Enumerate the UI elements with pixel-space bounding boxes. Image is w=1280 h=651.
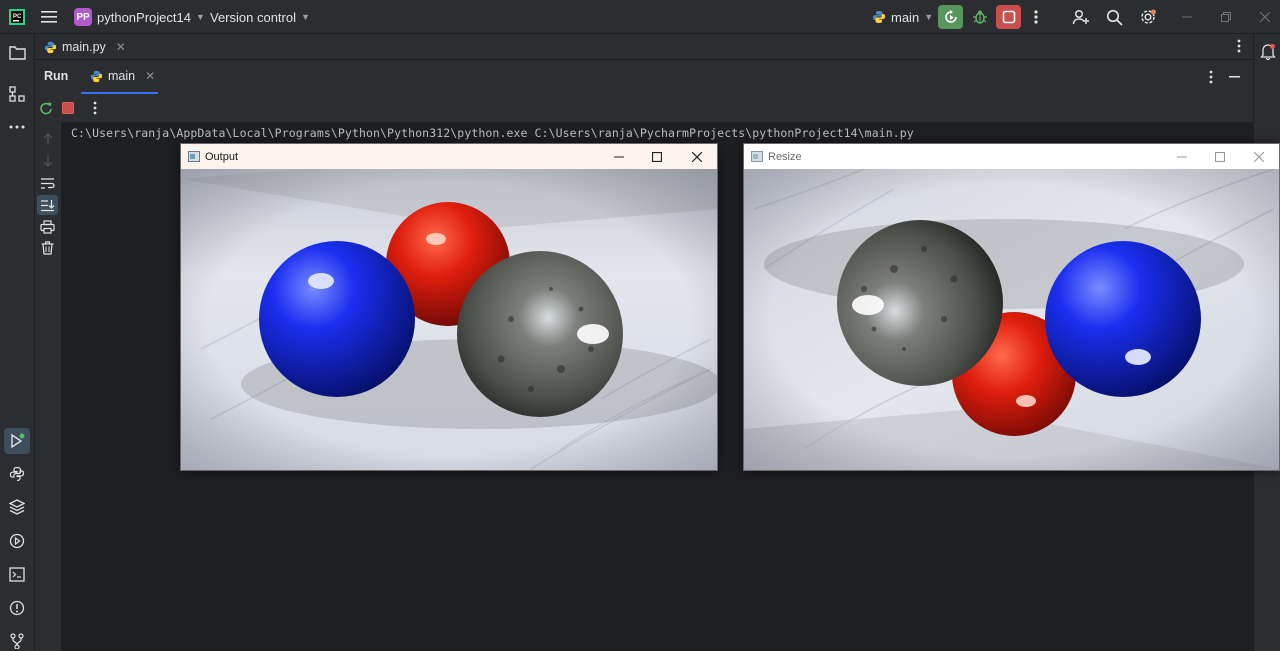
terminal-icon[interactable] bbox=[7, 564, 27, 584]
project-selector[interactable]: PP pythonProject14 ▼ bbox=[74, 0, 205, 34]
window-app-icon bbox=[188, 151, 200, 162]
run-tool-icon[interactable] bbox=[4, 428, 30, 454]
pycharm-logo-icon[interactable]: PC bbox=[9, 0, 25, 34]
resize-window-title: Resize bbox=[768, 150, 802, 163]
debug-button[interactable] bbox=[967, 5, 992, 29]
resize-window[interactable]: Resize bbox=[743, 143, 1280, 471]
chevron-down-icon: ▼ bbox=[195, 12, 205, 22]
tab-options-icon[interactable] bbox=[1237, 39, 1241, 53]
python-icon bbox=[90, 70, 103, 82]
scroll-down-icon[interactable] bbox=[42, 155, 54, 167]
notifications-bell-icon[interactable] bbox=[1260, 43, 1276, 60]
minimize-icon[interactable] bbox=[1182, 0, 1192, 34]
restore-icon[interactable] bbox=[1221, 0, 1231, 34]
python-packages-icon[interactable] bbox=[7, 497, 27, 517]
stop-icon bbox=[1002, 10, 1015, 24]
vcs-label: Version control bbox=[210, 9, 296, 25]
maximize-icon[interactable] bbox=[1200, 144, 1240, 169]
project-folder-icon[interactable] bbox=[7, 42, 27, 62]
svg-text:PC: PC bbox=[13, 14, 22, 20]
structure-icon[interactable] bbox=[7, 84, 27, 104]
trash-icon[interactable] bbox=[41, 241, 54, 255]
soft-wrap-icon[interactable] bbox=[40, 177, 55, 190]
close-icon[interactable] bbox=[1239, 144, 1279, 169]
more-actions-icon[interactable] bbox=[1030, 0, 1042, 34]
close-icon[interactable] bbox=[677, 144, 717, 169]
bug-icon bbox=[972, 10, 987, 24]
scroll-up-icon[interactable] bbox=[42, 133, 54, 145]
maximize-icon[interactable] bbox=[637, 144, 677, 169]
scroll-to-end-icon[interactable] bbox=[37, 195, 58, 215]
more-tools-icon[interactable] bbox=[7, 117, 27, 137]
chevron-down-icon: ▼ bbox=[924, 12, 934, 22]
left-tool-strip bbox=[0, 34, 35, 651]
rerun-button[interactable] bbox=[938, 5, 963, 29]
editor-tab-label: main.py bbox=[62, 40, 106, 54]
resize-image bbox=[744, 169, 1279, 470]
console-line: C:\Users\ranja\AppData\Local\Programs\Py… bbox=[71, 126, 914, 140]
editor-tab-row: main.py ✕ bbox=[35, 34, 1253, 60]
output-window-title: Output bbox=[205, 150, 239, 163]
stop-button[interactable] bbox=[996, 5, 1021, 29]
close-tab-icon[interactable]: ✕ bbox=[145, 69, 155, 83]
search-icon[interactable] bbox=[1106, 0, 1123, 34]
rerun-icon[interactable] bbox=[39, 101, 53, 115]
run-tab-label: main bbox=[108, 69, 136, 83]
rerun-icon bbox=[944, 10, 957, 23]
output-window-titlebar[interactable]: Output bbox=[181, 144, 717, 169]
run-options-icon[interactable] bbox=[1209, 70, 1213, 84]
close-icon[interactable] bbox=[1260, 0, 1270, 34]
git-branch-icon[interactable] bbox=[7, 631, 27, 651]
add-user-icon[interactable] bbox=[1072, 0, 1090, 34]
resize-window-titlebar[interactable]: Resize bbox=[744, 144, 1279, 169]
run-tab-main[interactable]: main ✕ bbox=[81, 60, 158, 94]
minimize-icon[interactable] bbox=[1162, 144, 1202, 169]
editor-tab-main-py[interactable]: main.py ✕ bbox=[44, 34, 126, 60]
run-side-toolbar bbox=[35, 122, 61, 651]
close-tab-icon[interactable]: ✕ bbox=[116, 40, 126, 54]
project-badge: PP bbox=[74, 8, 92, 26]
run-title: Run bbox=[44, 69, 69, 83]
stop-icon[interactable] bbox=[62, 102, 74, 114]
more-actions-icon[interactable] bbox=[93, 101, 97, 115]
run-tool-window-header: Run main ✕ bbox=[35, 60, 1253, 94]
project-name: pythonProject14 bbox=[97, 9, 191, 25]
settings-gear-icon[interactable] bbox=[1139, 0, 1157, 34]
print-icon[interactable] bbox=[40, 220, 55, 234]
python-icon bbox=[873, 11, 885, 23]
output-window[interactable]: Output bbox=[180, 143, 718, 471]
title-bar: PC PP pythonProject14 ▼ Version control … bbox=[0, 0, 1280, 34]
hide-panel-icon[interactable] bbox=[1229, 76, 1240, 78]
main-menu-icon[interactable] bbox=[41, 0, 57, 34]
run-toolbar bbox=[35, 94, 1253, 122]
chevron-down-icon: ▼ bbox=[301, 12, 310, 22]
run-config-label: main bbox=[891, 9, 920, 25]
services-icon[interactable] bbox=[7, 531, 27, 551]
window-app-icon bbox=[751, 151, 763, 162]
python-console-icon[interactable] bbox=[7, 464, 27, 484]
output-image bbox=[181, 169, 717, 470]
problems-icon[interactable] bbox=[7, 598, 27, 618]
minimize-icon[interactable] bbox=[599, 144, 639, 169]
vcs-selector[interactable]: Version control ▼ bbox=[210, 0, 310, 34]
run-config-selector[interactable]: main ▼ bbox=[872, 0, 933, 34]
python-file-icon bbox=[44, 41, 57, 53]
